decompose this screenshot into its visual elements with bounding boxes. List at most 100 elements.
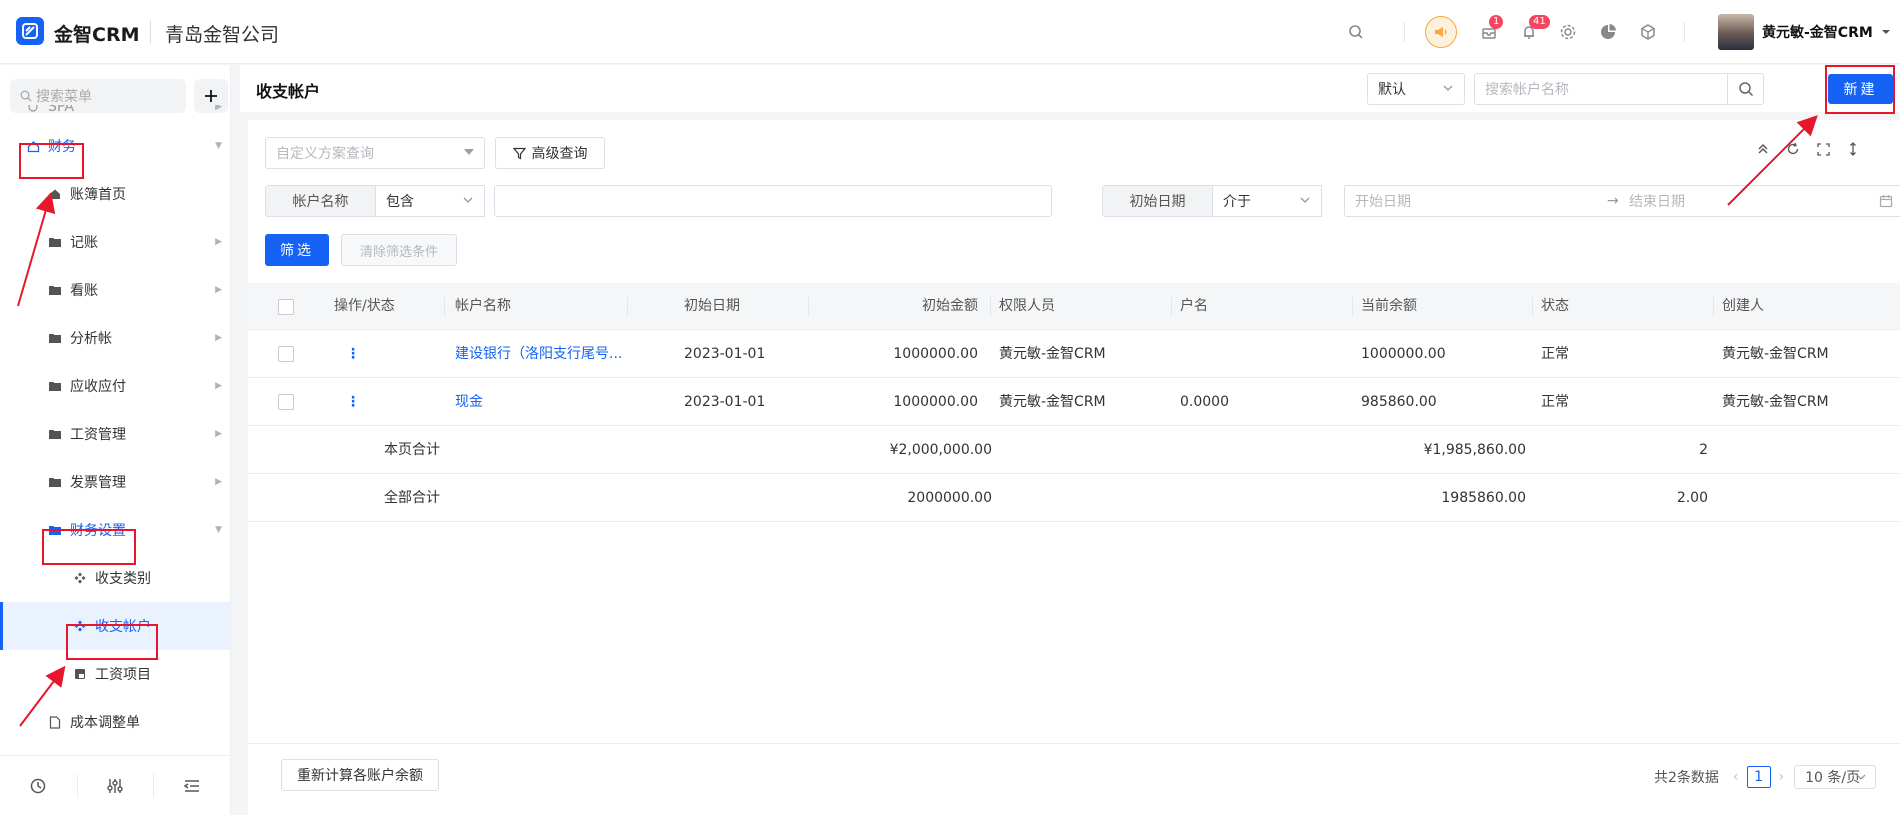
total-count-text: 共2条数据: [1654, 770, 1719, 786]
sidebar-item-finance-settings[interactable]: 财务设置 ▼: [0, 506, 230, 554]
col-start-date: 初始日期: [684, 298, 740, 314]
folder-icon: [48, 235, 62, 249]
start-date-operator-select[interactable]: 介于: [1212, 185, 1322, 217]
account-name-value-input[interactable]: [494, 185, 1052, 217]
cube-icon[interactable]: [1633, 17, 1663, 47]
avatar: [1718, 14, 1754, 50]
page-total-row: 本页合计 ¥2,000,000.00 ¥1,985,860.00 2: [248, 426, 1900, 474]
filter-button[interactable]: 筛选: [265, 234, 329, 266]
clear-filter-button[interactable]: 清除筛选条件: [341, 234, 457, 266]
col-init-amount: 初始金额: [922, 298, 978, 314]
date-to-placeholder[interactable]: 结束日期: [1629, 191, 1879, 211]
table-row[interactable]: ⋮ 现金 2023-01-01 1000000.00 黄元敏-金智CRM 0.0…: [248, 378, 1900, 426]
logo-text[interactable]: 金智CRM: [54, 20, 139, 47]
filter-icon: [512, 147, 526, 159]
sidebar-item-view-accounts[interactable]: 看账 ▶: [0, 266, 230, 314]
balance-cell: 1000000.00: [1361, 346, 1446, 362]
sidebar-item-bookkeeping[interactable]: 记账 ▶: [0, 218, 230, 266]
account-name-link[interactable]: 建设银行（洛阳支行尾号...: [455, 330, 627, 378]
row-checkbox[interactable]: [278, 346, 294, 362]
sidebar-item-income-accounts[interactable]: 收支帐户: [0, 602, 230, 650]
folder-icon: [48, 379, 62, 393]
row-more-icon[interactable]: ⋮: [346, 330, 360, 378]
col-divider: [444, 297, 445, 317]
header-search-icon[interactable]: [1341, 17, 1371, 47]
col-divider: [808, 297, 809, 317]
table-header-row: 操作/状态 帐户名称 初始日期 初始金额 权限人员 户名 当前余额 状态 创建人: [248, 283, 1900, 330]
pie-chart-icon[interactable]: [1593, 17, 1623, 47]
sidebar-item-cost-adjustment[interactable]: 成本调整单: [0, 698, 230, 746]
new-button[interactable]: 新建: [1828, 74, 1893, 104]
collapse-up-icon[interactable]: [1748, 142, 1778, 156]
company-name[interactable]: 青岛金智公司: [165, 20, 279, 47]
start-date-cell: 2023-01-01: [684, 346, 766, 362]
account-name-link[interactable]: 现金: [455, 378, 627, 426]
sidebar-item-finance[interactable]: 财务 ▼: [0, 122, 230, 170]
page-number-button[interactable]: 1: [1746, 766, 1771, 788]
sidebar-item-salary-items[interactable]: 工资项目: [0, 650, 230, 698]
row-more-icon[interactable]: ⋮: [346, 378, 360, 426]
col-divider: [990, 297, 991, 317]
fullscreen-icon[interactable]: [1808, 142, 1838, 156]
sidebar: 搜索菜单 SPA ▶ 财务 ▼ 账簿首页 记账 ▶ 看账 ▶ 分析帐 ▶ 应收应…: [0, 65, 231, 815]
all-total-balance: 1985860.00: [1441, 490, 1526, 506]
col-actions: 操作/状态: [334, 298, 395, 314]
prev-page-icon[interactable]: ‹: [1733, 769, 1739, 785]
inbox-icon[interactable]: 1: [1474, 15, 1504, 47]
creator-cell: 黄元敏-金智CRM: [1722, 346, 1829, 362]
date-from-placeholder[interactable]: 开始日期: [1355, 191, 1607, 211]
chevron-right-icon: ▶: [215, 477, 222, 487]
sidebar-footer: [0, 755, 230, 815]
account-search-input[interactable]: 搜索帐户名称: [1474, 73, 1764, 105]
sliders-button[interactable]: [76, 756, 154, 815]
advanced-query-button[interactable]: 高级查询: [495, 137, 605, 169]
user-menu[interactable]: 黄元敏-金智CRM: [1718, 14, 1891, 50]
folder-icon: [48, 331, 62, 345]
creator-cell: 黄元敏-金智CRM: [1722, 394, 1829, 410]
staff-cell: 黄元敏-金智CRM: [999, 346, 1106, 362]
main-area: 收支帐户 默认 搜索帐户名称 新建 自定义方案查询 高级查询 帐户名称 包含 初…: [240, 65, 1900, 815]
speaker-icon[interactable]: [1425, 16, 1457, 48]
sidebar-item-receivables[interactable]: 应收应付 ▶: [0, 362, 230, 410]
collapse-sidebar-button[interactable]: [153, 756, 230, 815]
page-total-label: 本页合计: [384, 442, 440, 458]
view-select[interactable]: 默认: [1367, 73, 1465, 105]
chevron-down-icon: ▼: [215, 525, 222, 535]
balance-cell: 985860.00: [1361, 394, 1437, 410]
history-button[interactable]: [0, 756, 77, 815]
chevron-right-icon: ▶: [215, 333, 222, 343]
username: 黄元敏-金智CRM: [1762, 25, 1873, 41]
all-total-row: 全部合计 2000000.00 1985860.00 2.00: [248, 474, 1900, 522]
bell-icon[interactable]: 41: [1514, 15, 1550, 47]
filter-scheme-select[interactable]: 自定义方案查询: [265, 137, 485, 169]
select-all-checkbox[interactable]: [278, 299, 294, 315]
init-amount-cell: 1000000.00: [893, 346, 978, 362]
salary-item-icon: [73, 667, 87, 681]
folder-open-icon: [48, 523, 62, 537]
page-size-select[interactable]: 10 条/页: [1794, 765, 1877, 789]
sidebar-item-income-categories[interactable]: 收支类别: [0, 554, 230, 602]
pagination: 共2条数据 ‹ 1 › 10 条/页: [1654, 765, 1877, 789]
gear-icon[interactable]: [1553, 17, 1583, 47]
start-date-cell: 2023-01-01: [684, 394, 766, 410]
recalc-balance-button[interactable]: 重新计算各账户余额: [281, 759, 439, 791]
refresh-icon[interactable]: [1778, 142, 1808, 156]
date-range-picker[interactable]: 开始日期 → 结束日期: [1344, 185, 1900, 217]
table-row[interactable]: ⋮ 建设银行（洛阳支行尾号... 2023-01-01 1000000.00 黄…: [248, 330, 1900, 378]
row-height-icon[interactable]: [1838, 142, 1868, 156]
account-name-operator-select[interactable]: 包含: [375, 185, 485, 217]
diamond-grid-icon: [73, 571, 87, 585]
page-total-balance: ¥1,985,860.00: [1423, 442, 1526, 458]
next-page-icon[interactable]: ›: [1779, 769, 1785, 785]
content-panel: 自定义方案查询 高级查询 帐户名称 包含 初始日期 介于 开始日期 → 结束日期…: [248, 120, 1900, 815]
account-search-button[interactable]: [1727, 74, 1763, 104]
side-menu: SPA ▶ 财务 ▼ 账簿首页 记账 ▶ 看账 ▶ 分析帐 ▶ 应收应付 ▶ 工…: [0, 105, 230, 755]
sidebar-item-payroll[interactable]: 工资管理 ▶: [0, 410, 230, 458]
sidebar-item-analysis[interactable]: 分析帐 ▶: [0, 314, 230, 362]
sidebar-item-ledger-home[interactable]: 账簿首页: [0, 170, 230, 218]
history-icon: [31, 778, 46, 793]
row-checkbox[interactable]: [278, 394, 294, 410]
arrow-right-icon: →: [1607, 193, 1619, 209]
sidebar-item-invoices[interactable]: 发票管理 ▶: [0, 458, 230, 506]
logo-icon[interactable]: [16, 17, 44, 45]
